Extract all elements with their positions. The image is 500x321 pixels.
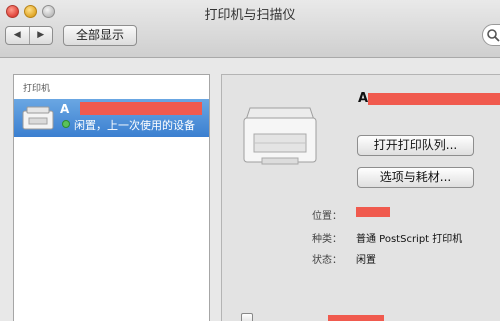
window-title: 打印机与扫描仪: [204, 8, 296, 23]
kind-value: 普通 PostScript 打印机: [356, 234, 463, 245]
idle-status-dot-icon: [62, 120, 70, 128]
title-bar: 打印机与扫描仪 ◀ ▶ 全部显示: [0, 0, 500, 58]
large-printer-icon: [243, 107, 317, 165]
printer-name: A: [358, 91, 369, 106]
show-all-button[interactable]: 全部显示: [63, 25, 137, 46]
back-button[interactable]: ◀: [6, 27, 29, 44]
printer-list-header: 打印机: [23, 84, 51, 94]
open-print-queue-button[interactable]: 打开打印队列...: [357, 135, 474, 156]
redaction-bar: [368, 93, 500, 105]
printer-list[interactable]: 打印机 A 闲置，上一次使用的设备: [13, 74, 210, 321]
forward-button[interactable]: ▶: [28, 27, 53, 44]
status-label: 状态：: [312, 255, 342, 266]
share-printer-checkbox[interactable]: [241, 313, 253, 321]
printer-list-item[interactable]: A 闲置，上一次使用的设备: [14, 99, 209, 137]
kind-label: 种类：: [312, 234, 342, 245]
location-value-redaction: [356, 207, 390, 217]
options-and-supplies-button[interactable]: 选项与耗材...: [357, 167, 474, 188]
printer-icon: [22, 106, 54, 130]
printer-list-item-status: 闲置，上一次使用的设备: [74, 119, 195, 132]
search-field[interactable]: [482, 24, 500, 46]
nav-segment: ◀ ▶: [5, 26, 53, 45]
redaction-bar: [80, 102, 202, 115]
redaction-bar: [328, 315, 384, 321]
status-value: 闲置: [356, 255, 376, 266]
location-label: 位置：: [312, 211, 342, 222]
magnifier-icon: [487, 29, 500, 42]
printer-list-item-name: A: [60, 102, 70, 116]
